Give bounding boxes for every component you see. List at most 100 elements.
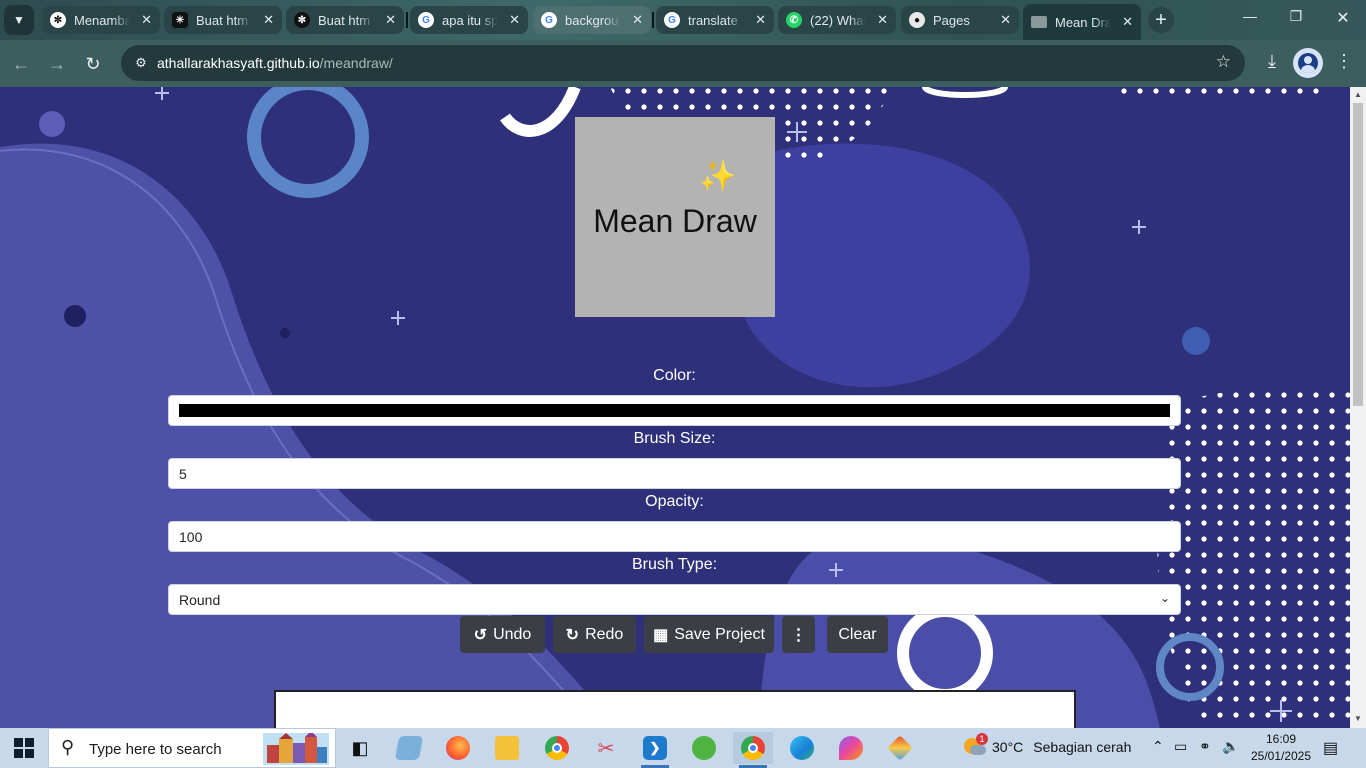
redo-label: Redo: [585, 625, 624, 643]
close-tab-icon[interactable]: ✕: [1000, 12, 1011, 28]
edge-icon[interactable]: [782, 732, 822, 764]
browser-tab-active[interactable]: Mean Dra ✕: [1023, 4, 1141, 40]
taskbar-search[interactable]: ⚲ Type here to search: [48, 728, 336, 768]
tab-title: backgrou: [565, 12, 619, 28]
close-tab-icon[interactable]: ✕: [755, 12, 766, 28]
chatgpt-icon: ✼: [294, 12, 310, 28]
notification-icon[interactable]: ▤: [1323, 738, 1338, 758]
git-tool-icon[interactable]: [880, 732, 920, 764]
save-label: Save Project: [674, 625, 765, 643]
close-tab-icon[interactable]: ✕: [141, 12, 152, 28]
tab-search-button[interactable]: ▼: [4, 5, 34, 35]
close-tab-icon[interactable]: ✕: [509, 12, 520, 28]
browser-tab-strip: ▼ ✼ Menamba ✕ ✳ Buat htm ✕ ✼ Buat htm ✕ …: [0, 0, 1366, 40]
google-icon: G: [664, 12, 680, 28]
tab-divider: [652, 12, 654, 28]
snipping-tool-icon[interactable]: ✂: [586, 732, 626, 764]
close-tab-icon[interactable]: ✕: [263, 12, 274, 28]
undo-icon: ↺: [473, 626, 488, 644]
scroll-down-arrow-icon[interactable]: ▼: [1354, 714, 1362, 723]
volume-icon[interactable]: 🔈: [1222, 738, 1239, 755]
back-arrow-icon[interactable]: ←: [8, 51, 34, 77]
bookmark-star-icon[interactable]: ☆: [1216, 52, 1231, 72]
wifi-icon[interactable]: ⚭: [1199, 738, 1211, 755]
system-clock[interactable]: 16:09 25/01/2025: [1246, 731, 1316, 765]
close-tab-icon[interactable]: ✕: [1122, 14, 1133, 30]
brush-type-label: Brush Type:: [631, 556, 718, 573]
new-tab-button[interactable]: +: [1148, 7, 1174, 33]
undo-label: Undo: [493, 625, 532, 643]
chatgpt-icon: ✼: [50, 12, 66, 28]
vscode-icon[interactable]: ❯: [635, 732, 675, 768]
address-bar[interactable]: ⚙ athallarakhasyaft.github.io/meandraw/ …: [121, 45, 1245, 81]
browser-tab[interactable]: ✼ Buat htm ✕: [286, 6, 404, 34]
browser-tab[interactable]: ● Pages ✕: [901, 6, 1019, 34]
scrollbar-thumb[interactable]: [1353, 103, 1363, 406]
close-tab-icon[interactable]: ✕: [632, 12, 643, 28]
close-tab-icon[interactable]: ✕: [385, 12, 396, 28]
battery-icon[interactable]: ▭: [1174, 738, 1187, 755]
browser-tab[interactable]: G backgrou ✕: [533, 6, 651, 34]
more-menu-icon[interactable]: ⋮: [1331, 51, 1357, 72]
task-view-icon[interactable]: ◧: [340, 732, 380, 764]
forward-arrow-icon[interactable]: →: [44, 51, 70, 77]
profile-avatar[interactable]: [1293, 48, 1323, 78]
paint-app-icon[interactable]: [831, 732, 871, 764]
undo-button[interactable]: ↺ Undo: [460, 616, 545, 653]
opacity-value: 100: [179, 529, 203, 545]
browser-tab[interactable]: ✼ Menamba ✕: [42, 6, 160, 34]
file-app-icon[interactable]: [389, 732, 429, 764]
download-icon[interactable]: ⤓: [1259, 51, 1285, 72]
chrome-active-icon[interactable]: [733, 732, 773, 768]
clear-label: Clear: [838, 625, 877, 643]
search-placeholder: Type here to search: [89, 741, 222, 758]
minimize-icon[interactable]: —: [1238, 8, 1262, 24]
weather-widget[interactable]: 1 30°C Sebagian cerah: [962, 733, 1132, 758]
color-picker-input[interactable]: [168, 395, 1181, 426]
window-close-icon[interactable]: ✕: [1331, 8, 1355, 28]
brush-type-select[interactable]: Round ⌄: [168, 584, 1181, 615]
file-explorer-icon[interactable]: [487, 732, 527, 764]
url-path: /meandraw/: [319, 55, 393, 71]
browser-tab[interactable]: G translate ✕: [656, 6, 774, 34]
brush-size-input[interactable]: 5: [168, 458, 1181, 489]
tab-title: Pages: [933, 12, 970, 28]
weather-badge: 1: [976, 733, 988, 745]
chrome-icon[interactable]: [537, 732, 577, 764]
scroll-up-arrow-icon[interactable]: ▲: [1354, 90, 1362, 99]
chevron-down-icon: ▼: [13, 13, 25, 27]
more-options-button[interactable]: ⋮: [782, 616, 815, 653]
page-scrollbar[interactable]: ▲ ▼: [1350, 87, 1366, 728]
browser-tab[interactable]: G apa itu sp ✕: [410, 6, 528, 34]
vertical-dots-icon: ⋮: [790, 626, 807, 644]
restore-icon[interactable]: ❐: [1284, 8, 1308, 25]
clear-button[interactable]: Clear: [827, 616, 888, 653]
browser-tab[interactable]: ✆ (22) What ✕: [778, 6, 896, 34]
drawing-canvas[interactable]: [274, 690, 1076, 728]
url-host: athallarakhasyaft.github.io: [157, 55, 320, 71]
site-settings-icon[interactable]: ⚙: [129, 51, 153, 75]
github-icon: ●: [909, 12, 925, 28]
browser-tab[interactable]: ✳ Buat htm ✕: [164, 6, 282, 34]
save-project-button[interactable]: ▦ Save Project: [644, 616, 774, 653]
weather-description: Sebagian cerah: [1033, 739, 1132, 755]
page-viewport: ✨ Mean Draw Color: Brush Size: 5 Opacity…: [0, 87, 1350, 728]
weather-partly-sunny-icon: 1: [962, 733, 988, 758]
opacity-input[interactable]: 100: [168, 521, 1181, 552]
browser-toolbar: ← → ↻ ⚙ athallarakhasyaft.github.io/mean…: [0, 40, 1366, 87]
close-tab-icon[interactable]: ✕: [877, 12, 888, 28]
google-icon: G: [541, 12, 557, 28]
reload-icon[interactable]: ↻: [80, 51, 106, 77]
firefox-icon[interactable]: [438, 732, 478, 764]
brush-size-value: 5: [179, 466, 187, 482]
redo-button[interactable]: ↻ Redo: [553, 616, 636, 653]
chevron-up-icon[interactable]: ⌃: [1152, 738, 1164, 755]
page-icon: [1031, 16, 1047, 28]
weather-temperature: 30°C: [992, 739, 1024, 755]
tab-title: Buat htm: [318, 12, 371, 28]
windows-start-icon[interactable]: [14, 738, 34, 758]
search-icon: ⚲: [61, 737, 75, 757]
url-text[interactable]: athallarakhasyaft.github.io/meandraw/: [157, 55, 393, 71]
evernote-icon[interactable]: [684, 732, 724, 764]
google-icon: G: [418, 12, 434, 28]
